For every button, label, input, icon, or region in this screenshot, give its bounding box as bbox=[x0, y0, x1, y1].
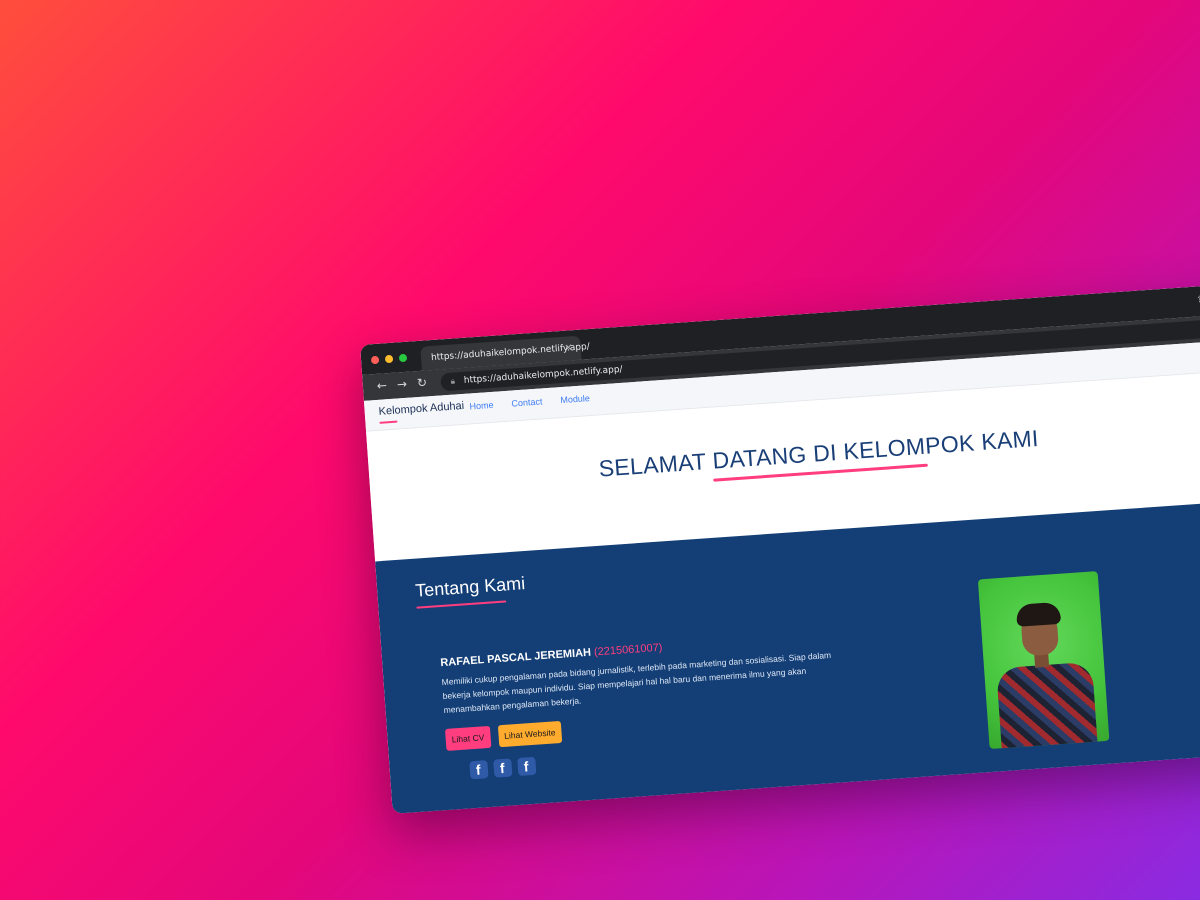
nav-link-contact[interactable]: Contact bbox=[511, 396, 543, 408]
nav-buttons: ← → ↻ bbox=[376, 375, 427, 392]
photo-hair bbox=[1015, 601, 1062, 627]
facebook-icon[interactable]: f bbox=[469, 760, 489, 780]
view-website-button[interactable]: Lihat Website bbox=[497, 720, 563, 748]
nav-links: Home Contact Module bbox=[469, 393, 590, 411]
facebook-glyph: f bbox=[523, 758, 530, 775]
nav-link-home[interactable]: Home bbox=[469, 400, 494, 412]
about-underline bbox=[416, 600, 507, 609]
member-card: RAFAEL PASCAL JEREMIAH (2215061007) Memi… bbox=[440, 629, 848, 781]
member-photo bbox=[977, 571, 1110, 750]
window-controls bbox=[370, 353, 408, 365]
lock-icon: 🔒︎ bbox=[450, 376, 456, 386]
browser-window: https://aduhaikelompok.netlify.app/ × ⇪ … bbox=[360, 282, 1200, 814]
photo-shirt bbox=[996, 661, 1099, 750]
chrome-icons: ⇪ ☆ ⋮ bbox=[1196, 292, 1200, 306]
site-brand[interactable]: Kelompok Aduhai bbox=[378, 400, 464, 418]
facebook-glyph: f bbox=[475, 761, 482, 778]
nav-link-module[interactable]: Module bbox=[560, 393, 590, 405]
member-id: (2215061007) bbox=[593, 641, 663, 659]
reload-icon[interactable]: ↻ bbox=[416, 375, 427, 390]
view-cv-button[interactable]: Lihat CV bbox=[444, 725, 492, 751]
share-icon[interactable]: ⇪ bbox=[1196, 295, 1200, 306]
address-url: https://aduhaikelompok.netlify.app/ bbox=[463, 364, 623, 386]
facebook-icon[interactable]: f bbox=[493, 758, 513, 778]
minimize-window-button[interactable] bbox=[384, 354, 394, 364]
close-window-button[interactable] bbox=[370, 355, 380, 365]
back-icon[interactable]: ← bbox=[376, 378, 387, 393]
facebook-glyph: f bbox=[499, 759, 506, 777]
brand-underline bbox=[379, 420, 398, 424]
facebook-icon[interactable]: f bbox=[517, 756, 537, 776]
about-title: Tentang Kami bbox=[414, 573, 526, 601]
close-tab-icon[interactable]: × bbox=[564, 336, 574, 361]
maximize-window-button[interactable] bbox=[398, 353, 408, 363]
forward-icon[interactable]: → bbox=[396, 377, 407, 392]
